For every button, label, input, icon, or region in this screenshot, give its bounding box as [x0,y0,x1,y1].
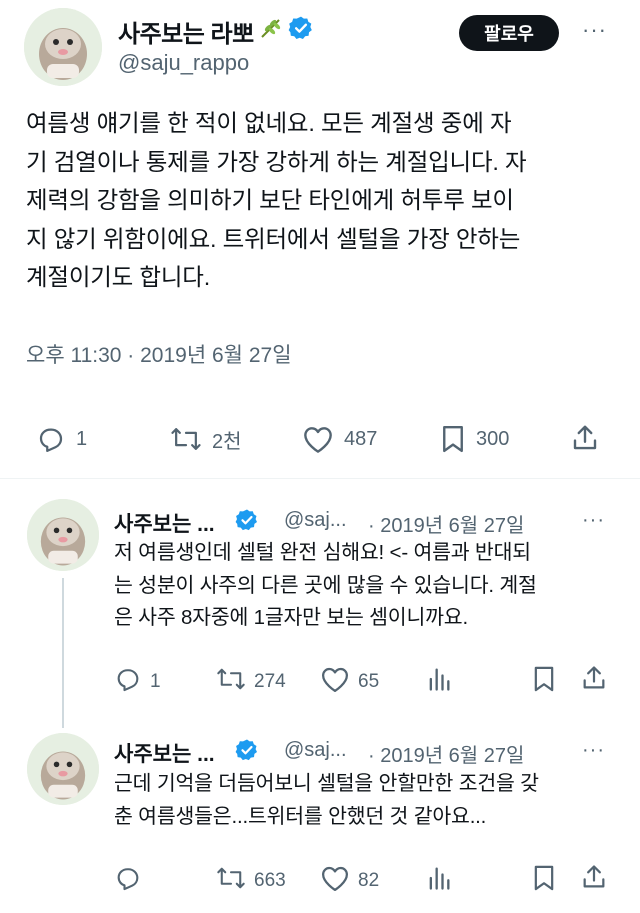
reply-text-line: 는 성분이 사주의 다른 곳에 많을 수 있습니다. 계절 [114,573,537,597]
reply-avatar[interactable] [27,499,99,571]
reply-display-name[interactable]: 사주보는 ... [114,738,259,768]
leaf-emoji-icon [258,15,284,48]
retweet-count: 663 [254,870,286,891]
bookmark-icon [532,864,556,898]
reply-button[interactable]: 1 [36,424,87,454]
reply-icon [114,665,142,699]
main-avatar[interactable] [24,8,102,86]
tweet-text-line: 계절이기도 합니다. [26,264,211,290]
verified-badge-icon [235,738,259,768]
display-name-text: 사주보는 ... [114,743,215,766]
main-display-name[interactable]: 사주보는 라뽀 [118,14,314,49]
reply-date[interactable]: · 2019년 6월 27일 [368,509,524,538]
thread-connector-line [62,578,64,728]
reply-text-line: 춘 여름생들은...트위터를 안했던 것 같아요... [114,804,487,828]
reply-icon [36,424,66,454]
analytics-icon [426,665,452,699]
reply-bookmark-button[interactable] [532,665,556,699]
more-options-button[interactable]: ··· [582,19,607,41]
verified-badge-icon [235,508,259,538]
main-handle[interactable]: @saju_rappo [118,50,249,76]
tweet-text-line: 제력의 강함을 의미하기 보단 타인에게 허투루 보이 [26,187,514,213]
bookmark-button[interactable]: 300 [440,424,509,454]
retweet-icon [216,864,246,898]
bookmark-icon [532,665,556,699]
like-icon [320,864,350,898]
like-button[interactable]: 487 [302,424,377,454]
reply-count: 1 [76,427,88,450]
reply-handle[interactable]: @saj... [284,509,347,532]
follow-button[interactable]: 팔로우 [459,15,559,51]
reply-text-line: 근데 기억을 더듬어보니 셀털을 안할만한 조건을 갖 [114,772,539,795]
tweet-text-line: 지 않기 위함이에요. 트위터에서 셀털을 가장 안하는 [26,225,521,252]
divider [0,478,640,479]
retweet-icon [216,665,246,699]
like-icon [320,665,350,699]
reply-date[interactable]: · 2019년 6월 27일 [368,739,524,768]
reply-text: 근데 기억을 더듬어보니 셀털을 안할만한 조건을 갖 춘 여름생들은...트위… [114,768,624,833]
reply-views-button[interactable] [426,864,452,898]
retweet-count: 274 [254,671,286,692]
bookmark-icon [440,424,466,454]
display-name-text: 사주보는 라뽀 [118,21,254,48]
like-count: 82 [358,870,380,891]
reply-count: 1 [150,671,161,692]
reply-share-button[interactable] [580,664,608,698]
reply-display-name[interactable]: 사주보는 ... [114,508,259,538]
reply-more-button[interactable]: ··· [582,510,605,530]
reply-icon [114,864,142,898]
retweet-count: 2천 [212,430,242,453]
reply-avatar[interactable] [27,733,99,805]
main-tweet-text: 여름생 얘기를 한 적이 없네요. 모든 계절생 중에 자 기 검열이나 통제를… [26,104,626,297]
retweet-icon [170,424,202,454]
share-icon [580,664,608,698]
reply-views-button[interactable] [426,665,452,699]
retweet-button[interactable]: 2천 [170,424,242,454]
tweet-text-line: 여름생 얘기를 한 적이 없네요. 모든 계절생 중에 자 [26,110,512,136]
reply-reply-button[interactable] [114,864,150,898]
share-button[interactable] [570,423,600,453]
display-name-text: 사주보는 ... [114,513,215,536]
reply-text: 저 여름생인데 셀털 완전 심해요! <- 여름과 반대되 는 성분이 사주의 … [114,537,624,635]
like-count: 65 [358,671,380,692]
reply-text-line: 저 여름생인데 셀털 완전 심해요! <- 여름과 반대되 [114,541,531,564]
tweet-timestamp[interactable]: 오후 11:30 · 2019년 6월 27일 [26,339,292,369]
verified-badge-icon [288,15,314,48]
reply-more-button[interactable]: ··· [582,740,605,760]
reply-like-button[interactable]: 82 [320,864,379,898]
reply-retweet-button[interactable]: 274 [216,665,286,699]
bookmark-count: 300 [476,427,510,450]
reply-handle[interactable]: @saj... [284,739,347,762]
like-count: 487 [344,427,378,450]
share-icon [580,863,608,897]
reply-bookmark-button[interactable] [532,864,556,898]
share-icon [570,423,600,453]
reply-reply-button[interactable]: 1 [114,665,161,699]
reply-like-button[interactable]: 65 [320,665,379,699]
like-icon [302,424,334,454]
tweet-text-line: 기 검열이나 통제를 가장 강하게 하는 계절입니다. 자 [26,148,527,175]
reply-text-line: 은 사주 8자중에 1글자만 보는 셈이니까요. [114,606,468,629]
analytics-icon [426,864,452,898]
reply-share-button[interactable] [580,863,608,897]
reply-retweet-button[interactable]: 663 [216,864,286,898]
